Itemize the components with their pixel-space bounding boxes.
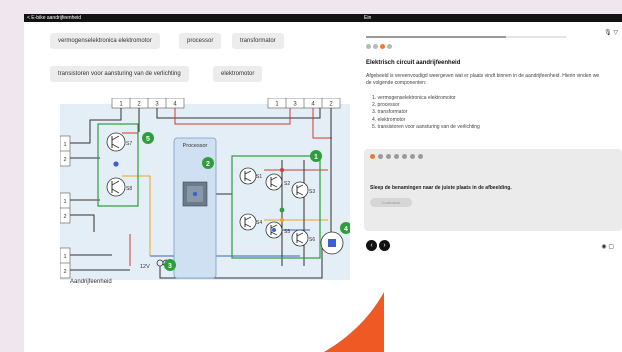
chip-elektromotor[interactable]: elektromotor	[213, 66, 263, 82]
voltage-label: 12V	[140, 264, 150, 270]
side-pins: 1 2 1 2 1 2	[60, 135, 71, 279]
step-dot[interactable]	[387, 44, 392, 49]
instruction-text: Sleep de benamingen naar de juiste plaat…	[370, 185, 512, 191]
step-dot[interactable]	[418, 154, 423, 159]
chip-vermogenselektronica[interactable]: vermogenselektronica elektromotor	[50, 33, 160, 49]
step-dot[interactable]	[373, 44, 378, 49]
junction-dot	[113, 161, 119, 167]
right-connector: 1 3 4 2	[267, 98, 341, 109]
transistor-label: S2	[284, 181, 290, 187]
list-item: 5. transistoren voor aansturing van de v…	[372, 123, 480, 130]
exercise-intro: Afgebeeld is vereenvoudigd weergeven wat…	[366, 73, 600, 86]
transistor-label: S6	[309, 237, 315, 243]
marker-2: 2	[202, 157, 214, 169]
marker-number: 3	[168, 263, 172, 270]
side-pin: 2	[63, 269, 66, 275]
step-dot[interactable]	[366, 44, 371, 49]
step-dot[interactable]	[410, 154, 415, 159]
component-list: 1. vermogenselektronica elektromotor 2. …	[372, 95, 480, 131]
step-dot[interactable]	[370, 154, 375, 159]
mic-icon[interactable]: 🎙 ▽	[604, 29, 618, 36]
processor-label: Processor	[183, 143, 208, 149]
side-pin: 1	[63, 142, 66, 148]
processor-chip	[182, 181, 208, 207]
list-item: 2. processor	[372, 102, 400, 109]
transistor-label: S3	[309, 189, 315, 195]
next-button[interactable]: ›	[379, 240, 390, 251]
exercise-sidebar: 🎙 ▽ Elektrisch circuit aandrijfeenheid A…	[364, 22, 622, 352]
nav-buttons: ‹ ›	[366, 240, 390, 251]
side-pin: 1	[63, 199, 66, 205]
transistor-label: S8	[126, 186, 132, 192]
chip-processor[interactable]: processor	[179, 33, 222, 49]
transistor-label: S7	[126, 141, 132, 147]
junction-dot	[280, 168, 284, 172]
app-topbar: < E-bike aandrijfeenheid Ein	[24, 14, 622, 22]
marker-3: 3	[164, 259, 176, 271]
prev-button[interactable]: ‹	[366, 240, 377, 251]
marker-number: 4	[344, 226, 348, 233]
side-pin: 2	[63, 157, 66, 163]
step-dot[interactable]	[402, 154, 407, 159]
marker-number: 1	[314, 154, 318, 161]
chip-transistoren[interactable]: transistoren voor aansturing van de verl…	[50, 66, 189, 82]
transistor-label: S1	[256, 174, 262, 180]
step-dot[interactable]	[386, 154, 391, 159]
step-dots	[366, 44, 392, 49]
chip-transformator[interactable]: transformator	[232, 33, 284, 49]
side-pin: 2	[63, 214, 66, 220]
marker-1: 1	[310, 150, 322, 162]
question-card: Sleep de benamingen naar de juiste plaat…	[364, 149, 622, 231]
transistor-label: S5	[284, 229, 290, 235]
step-dot[interactable]	[394, 154, 399, 159]
diagram-caption: Aandrijfeenheid	[70, 279, 112, 285]
marker-5: 5	[142, 132, 154, 144]
exercise-title: Elektrisch circuit aandrijfeenheid	[366, 60, 461, 66]
left-connector: 1 2 3 4	[111, 98, 185, 109]
back-link[interactable]: < E-bike aandrijfeenheid	[27, 15, 81, 21]
marker-number: 5	[146, 136, 150, 143]
junction-dot	[272, 228, 276, 232]
list-item: 4. elektromotor	[372, 116, 406, 123]
exercise-panel: vermogenselektronica elektromotor proces…	[24, 22, 622, 352]
electric-motor	[320, 231, 344, 255]
check-button[interactable]: Controleer	[370, 198, 412, 207]
junction-dot	[279, 207, 285, 213]
step-dot[interactable]	[378, 154, 383, 159]
marker-number: 2	[206, 161, 210, 168]
circuit-diagram: 1 2 3 4 1 3 4 2 1 2 1 2 1 2 S7 S8 Proces…	[60, 98, 350, 280]
progress-fill	[366, 36, 506, 38]
list-item: 3. transformator	[372, 109, 408, 116]
question-dots	[370, 154, 423, 159]
eye-icon[interactable]: ◉ ▢	[601, 243, 614, 250]
step-dot[interactable]	[380, 44, 385, 49]
transistor-label: S4	[256, 220, 262, 226]
junction-dot	[280, 218, 284, 222]
progress-bar	[366, 36, 566, 38]
side-pin: 1	[63, 254, 66, 260]
list-item: 1. vermogenselektronica elektromotor	[372, 95, 456, 101]
